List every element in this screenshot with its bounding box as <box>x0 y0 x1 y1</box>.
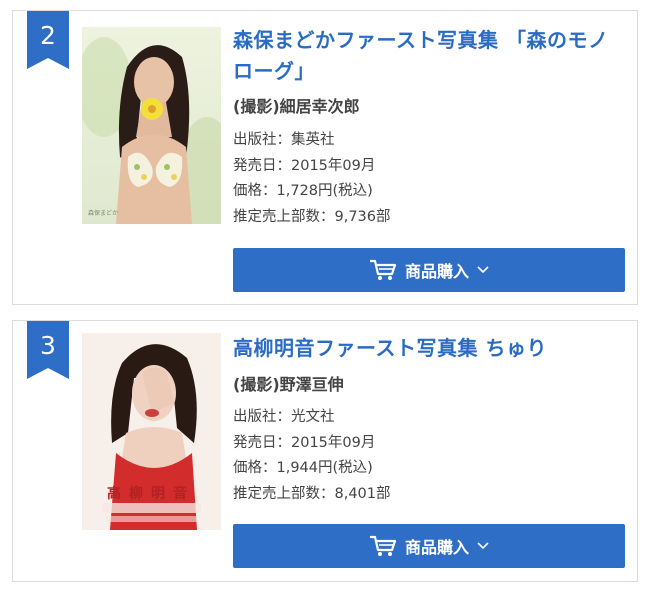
rank-number: 3 <box>40 331 56 360</box>
title-line: 森保まどかファースト写真集 「森のモノ <box>233 28 609 52</box>
title-line: 高柳明音ファースト写真集 ちゅり <box>233 336 547 360</box>
book-details: 出版社：集英社 発売日：2015年09月 価格：1,728円(税込) 推定売上部… <box>233 128 391 230</box>
book-title-link[interactable]: 高柳明音ファースト写真集 ちゅり <box>233 333 623 364</box>
price: 価格：1,944円(税込) <box>233 460 373 476</box>
cart-icon <box>369 535 397 556</box>
price: 価格：1,728円(税込) <box>233 183 373 199</box>
book-cover-image[interactable]: 森保まどか <box>82 27 221 224</box>
buy-button-label: 商品購入 <box>404 262 469 281</box>
estimated-sales: 推定売上部数：8,401部 <box>233 485 391 502</box>
cover-title-text: 高柳明音 <box>107 485 195 502</box>
buy-button-label: 商品購入 <box>404 538 469 557</box>
book-cover-image[interactable]: 高柳明音 <box>82 333 221 530</box>
buy-button[interactable]: 商品購入 <box>233 524 625 568</box>
ranking-item-3: 3 高柳明音 高柳明音ファースト写真集 ちゅり (撮影)野澤亘伸 出版社：光文社… <box>12 320 638 582</box>
chevron-down-icon <box>477 266 489 274</box>
estimated-sales: 推定売上部数：9,736部 <box>233 208 391 225</box>
svg-text:森保まどか: 森保まどか <box>88 209 118 217</box>
release-date: 発売日：2015年09月 <box>233 157 376 174</box>
ranking-item-2: 2 森保まどか 森保まどかファースト写真集 「森のモノ ローグ」 (撮影)細居幸… <box>12 10 638 305</box>
publisher: 出版社：集英社 <box>233 132 335 148</box>
rank-number: 2 <box>40 21 56 50</box>
photographer: (撮影)細居幸次郎 <box>233 97 360 116</box>
publisher: 出版社：光文社 <box>233 409 335 425</box>
title-line: ローグ」 <box>233 59 315 83</box>
book-title-link[interactable]: 森保まどかファースト写真集 「森のモノ ローグ」 <box>233 25 623 87</box>
rank-badge: 3 <box>27 321 69 379</box>
buy-button[interactable]: 商品購入 <box>233 248 625 292</box>
rank-badge: 2 <box>27 11 69 69</box>
book-details: 出版社：光文社 発売日：2015年09月 価格：1,944円(税込) 推定売上部… <box>233 405 391 507</box>
photographer: (撮影)野澤亘伸 <box>233 375 344 394</box>
cart-icon <box>369 259 397 280</box>
chevron-down-icon <box>477 542 489 550</box>
release-date: 発売日：2015年09月 <box>233 434 376 451</box>
